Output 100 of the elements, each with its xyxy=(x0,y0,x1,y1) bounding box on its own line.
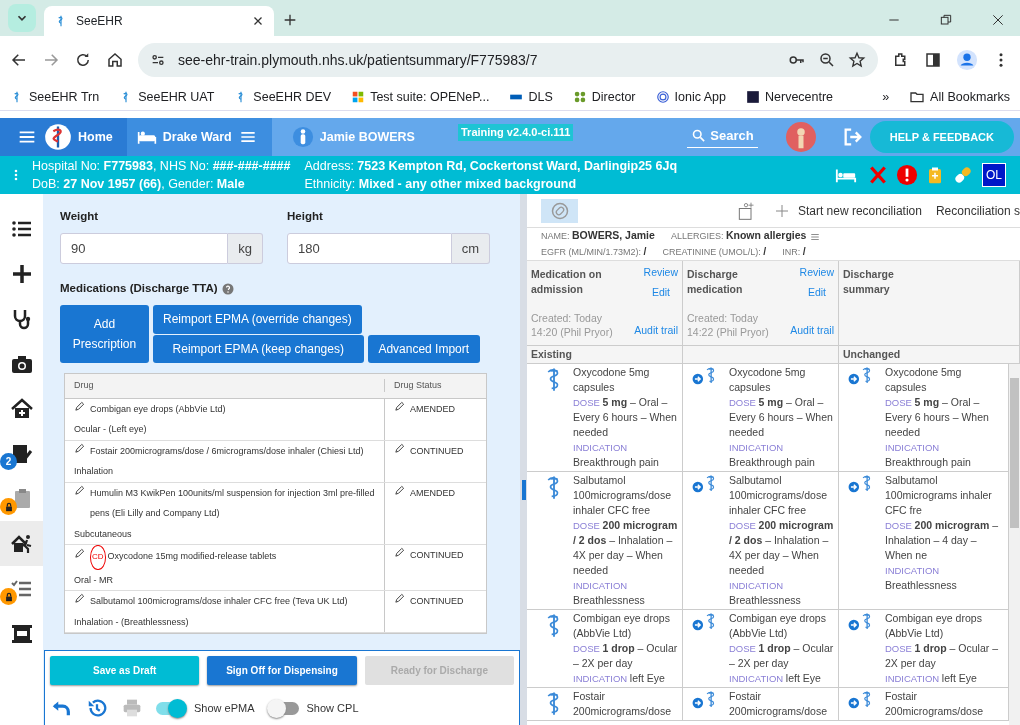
back-icon[interactable] xyxy=(10,51,28,69)
restore-icon[interactable] xyxy=(938,12,954,28)
profile-icon[interactable] xyxy=(956,49,978,71)
patient-detail: Address: 7523 Kempton Rd, Cockertonst Ward, Darlingip25 6Jq xyxy=(304,158,678,175)
browser-tab[interactable]: SeeEHR xyxy=(44,6,274,36)
bookmark[interactable]: Test suite: OPENeP... xyxy=(351,87,490,107)
drug-route: Inhalation - (Breathlessness) xyxy=(74,615,189,629)
caduceus-logo-icon xyxy=(44,123,72,151)
review-link[interactable]: Review xyxy=(799,265,834,281)
reimport-button[interactable]: Reimport EPMA (keep changes) xyxy=(153,334,364,363)
section-label: Existing xyxy=(531,348,572,360)
audit-trail-link[interactable]: Audit trail xyxy=(790,323,834,339)
folder-icon xyxy=(909,89,926,105)
breadcrumb-link[interactable]: Home xyxy=(78,127,113,147)
drug-route: Ocular - (Left eye) xyxy=(74,423,147,436)
toggle-switch[interactable]: Show ePMA xyxy=(156,699,255,717)
edit-icon[interactable] xyxy=(74,484,85,496)
reload-icon[interactable] xyxy=(74,51,92,69)
add-prescription-button[interactable]: Add Prescription xyxy=(60,304,149,363)
side-panel-icon[interactable] xyxy=(924,51,942,69)
zoom-icon[interactable] xyxy=(818,51,836,69)
lock-icon xyxy=(3,501,14,512)
medication-name: Combigan eye drops (AbbVie Ltd) xyxy=(729,611,827,641)
close-icon[interactable] xyxy=(990,12,1006,28)
scrollbar-thumb[interactable] xyxy=(1010,378,1019,528)
edit-icon[interactable] xyxy=(394,484,405,496)
column-title: Discharge summary xyxy=(843,267,895,297)
indication-text: INDICATION left Eye xyxy=(573,671,666,686)
drug-status: CONTINUED xyxy=(410,595,464,608)
ol-badge[interactable]: OL xyxy=(982,163,1006,187)
forward-icon[interactable] xyxy=(42,51,60,69)
bookmark[interactable]: Nervecentre xyxy=(746,87,834,107)
pill-slash-icon xyxy=(549,200,570,221)
version-badge: Training v2.4.0-ci.111 xyxy=(458,124,574,141)
bookmark[interactable]: Ionic App xyxy=(655,87,726,107)
drug-name: Salbutamol 100micrograms/dose inhaler CFC free (Teva UK Ltd) xyxy=(90,595,348,608)
start-reconciliation-button[interactable]: Start new reconciliation xyxy=(773,201,922,220)
unit-label: kg xyxy=(228,233,263,265)
indication-text: INDICATION left Eye xyxy=(885,671,978,686)
column-title: Medication on admission xyxy=(531,267,603,297)
user-avatar[interactable] xyxy=(785,122,816,152)
indication-text: INDICATION Breathlessness xyxy=(573,579,646,608)
indication-text: INDICATION Breathlessness xyxy=(729,579,802,608)
field-label: Weight xyxy=(60,209,100,224)
drug-status: AMENDED xyxy=(410,486,455,500)
menu-icon[interactable] xyxy=(810,231,821,242)
drug-route: Subcutaneous xyxy=(74,527,132,541)
bookmark[interactable]: DLS xyxy=(509,87,553,107)
edit-icon[interactable] xyxy=(394,593,405,604)
help-icon[interactable] xyxy=(221,282,234,295)
close-icon[interactable] xyxy=(252,15,264,27)
column-header: Drug xyxy=(65,378,385,393)
edit-icon[interactable] xyxy=(74,400,85,412)
no-medication-button[interactable] xyxy=(541,198,578,223)
all-bookmarks-button[interactable]: All Bookmarks xyxy=(909,87,1010,107)
review-link[interactable]: Review xyxy=(643,265,678,281)
drug-name: Humulin M3 KwikPen 100units/ml suspension for injection 3ml pre-filled pens (Eli Lilly and Company Ltd) xyxy=(90,486,376,520)
patient-info: CREATININE (UMOL/L): / xyxy=(662,247,767,257)
sidebar-item[interactable] xyxy=(0,521,43,566)
section-heading: Medications (Discharge TTA) xyxy=(60,281,218,297)
reimport-button[interactable]: Reimport EPMA (override changes) xyxy=(153,304,362,334)
url-text: see-ehr-train.plymouth.nhs.uk/patientsummary/F775983/7 xyxy=(178,50,539,70)
drug-name: Combigan eye drops (AbbVie Ltd) xyxy=(90,402,226,416)
star-icon[interactable] xyxy=(848,51,866,69)
alert-icon[interactable] xyxy=(896,164,918,186)
edit-icon[interactable] xyxy=(394,442,405,454)
drug-name: Oxycodone 15mg modified-release tablets xyxy=(107,550,277,563)
bookmark[interactable]: SeeEHR Trn xyxy=(10,87,100,107)
patient-detail: Hospital No: F775983, NHS No: ###-###-#### xyxy=(32,158,291,175)
more-bookmarks-button[interactable]: » xyxy=(882,87,890,107)
bookmark[interactable]: SeeEHR UAT xyxy=(119,87,215,107)
edit-icon[interactable] xyxy=(74,442,85,454)
advanced-import-button[interactable]: Advanced Import xyxy=(367,334,480,363)
medication-name: Oxycodone 5mg capsules xyxy=(729,365,807,395)
site-info-icon[interactable] xyxy=(150,52,166,68)
address-bar[interactable]: see-ehr-train.plymouth.nhs.uk/patientsummary/F775983/7 xyxy=(138,43,878,77)
action-button[interactable]: Sign Off for Dispensing xyxy=(207,656,357,685)
home-icon[interactable] xyxy=(106,51,124,69)
home-plus-icon xyxy=(9,396,34,421)
new-tab-icon[interactable] xyxy=(282,12,298,28)
bookmark-icon xyxy=(351,90,366,104)
bookmark[interactable]: SeeEHR DEV xyxy=(234,87,332,107)
sidebar-item[interactable]: 2 xyxy=(0,431,43,476)
dose-text: DOSE 5 mg – Oral – Every 6 hours – When needed xyxy=(573,395,678,440)
audit-trail-link[interactable]: Audit trail xyxy=(634,323,678,339)
toggle-switch[interactable]: Show CPL xyxy=(268,699,359,717)
column-header: Drug Status xyxy=(393,378,443,392)
history-icon[interactable] xyxy=(86,697,108,719)
patient-detail: Ethnicity: Mixed - any other mixed background xyxy=(304,176,578,193)
cross-icon[interactable] xyxy=(868,164,888,186)
edit-icon[interactable] xyxy=(74,593,85,604)
input-field[interactable]: 180 xyxy=(287,233,452,265)
bookmark-icon xyxy=(572,90,587,104)
reconciliation-tab[interactable]: Reconciliation s xyxy=(935,201,1020,220)
edit-icon[interactable] xyxy=(394,400,405,412)
bookmark[interactable]: Director xyxy=(572,87,636,107)
edit-icon[interactable] xyxy=(394,547,405,558)
edit-icon[interactable] xyxy=(74,548,85,559)
drug-route: Oral - MR xyxy=(74,573,113,587)
input-field[interactable]: 90 xyxy=(60,233,229,265)
